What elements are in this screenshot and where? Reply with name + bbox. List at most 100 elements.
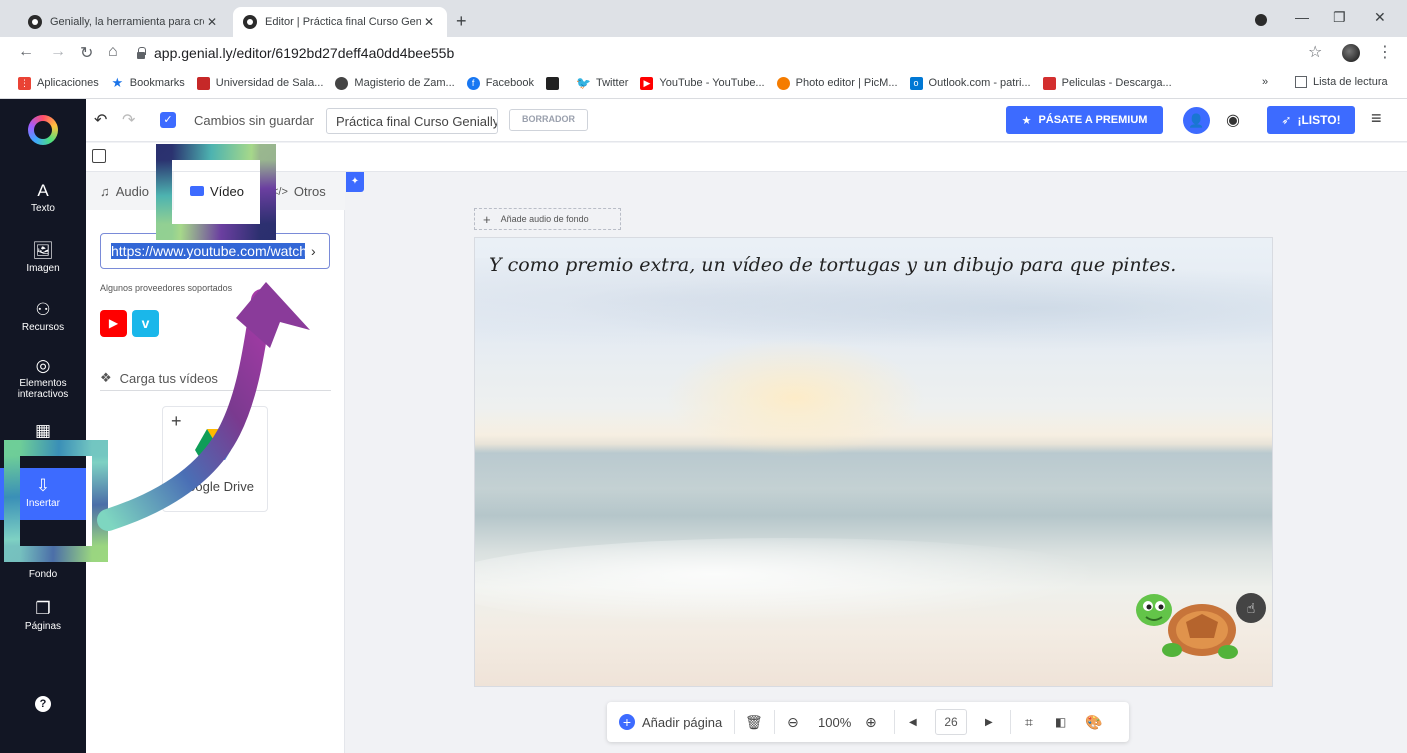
slide-text[interactable]: Y como premio extra, un vídeo de tortuga… <box>489 254 1176 276</box>
reload-icon[interactable]: ↻ <box>80 43 93 63</box>
profile-avatar[interactable] <box>1342 44 1360 62</box>
bookmark-item[interactable]: Peliculas - Descarga... <box>1042 76 1172 90</box>
tab-audio[interactable]: ♫ Audio <box>100 184 149 199</box>
add-page-button[interactable]: + Añadir página <box>619 702 722 742</box>
browser-tab-active[interactable]: Editor | Práctica final Curso Genia ✕ <box>233 7 447 37</box>
outlook-icon: o <box>909 76 923 90</box>
add-background-audio[interactable]: + Añade audio de fondo <box>474 208 621 230</box>
hamburger-menu-icon[interactable]: ≡ <box>1371 108 1382 129</box>
reading-list-label: Lista de lectura <box>1313 76 1388 88</box>
bookmark-item[interactable]: Photo editor | PicM... <box>776 76 898 90</box>
forward-icon[interactable]: → <box>50 43 66 61</box>
bookmark-item[interactable]: o Outlook.com - patri... <box>909 76 1031 90</box>
lock-icon <box>136 47 146 59</box>
plus-icon: + <box>171 411 182 431</box>
split-view-icon[interactable]: ◧ <box>1055 702 1066 742</box>
ready-button-label: ¡LISTO! <box>1297 113 1341 127</box>
new-tab-button[interactable]: + <box>456 11 467 32</box>
close-icon[interactable]: ✕ <box>421 15 437 29</box>
chevron-right-icon[interactable]: › <box>311 243 316 259</box>
sidebar-item-interactive[interactable]: ◎ Elementos interactivos <box>0 356 86 400</box>
close-icon[interactable]: ✕ <box>204 15 220 29</box>
project-name-input[interactable]: Práctica final Curso Genially <box>326 108 498 134</box>
text-icon: A <box>37 181 49 200</box>
bookmark-item[interactable] <box>546 76 565 90</box>
back-icon[interactable]: ← <box>18 43 34 61</box>
bookmark-item[interactable]: Universidad de Sala... <box>196 76 323 90</box>
redo-icon[interactable]: ↷ <box>122 110 135 130</box>
editor-subbar <box>86 143 1407 172</box>
previous-page-icon[interactable]: ◀ <box>909 702 917 742</box>
home-icon[interactable]: ⌂ <box>108 43 118 61</box>
google-drive-icon <box>195 429 231 460</box>
bookmark-item[interactable]: Magisterio de Zam... <box>335 76 455 90</box>
movies-icon <box>1042 76 1056 90</box>
premium-button[interactable]: ★ PÁSATE A PREMIUM <box>1006 106 1163 134</box>
sidebar-item-resources[interactable]: ⚇ Recursos <box>0 300 86 333</box>
browser-menu-icon[interactable]: ⋮ <box>1377 42 1393 62</box>
help-icon: ? <box>35 696 51 712</box>
sea-foam <box>475 538 1135 628</box>
sidebar-item-pages[interactable]: ❐ Páginas <box>0 599 86 632</box>
image-icon: 🖼 <box>32 241 54 260</box>
bookmark-item[interactable]: 🐦 Twitter <box>576 76 628 90</box>
bookmark-item[interactable]: f Facebook <box>466 76 534 90</box>
usal-icon <box>196 76 210 90</box>
highlight-frame-video-tab <box>156 144 276 240</box>
grid-guides-icon[interactable]: ⌗ <box>1025 702 1033 742</box>
google-drive-label: Google Drive <box>178 479 254 494</box>
bookmark-item[interactable]: ★ Bookmarks <box>111 75 184 90</box>
maximize-icon[interactable]: ❐ <box>1333 9 1346 26</box>
genially-logo-icon[interactable] <box>28 115 58 145</box>
extension-icon[interactable] <box>1255 14 1267 26</box>
undo-icon[interactable]: ↶ <box>94 110 107 130</box>
bookmark-star-icon[interactable]: ☆ <box>1308 42 1322 62</box>
rocket-icon: ➶ <box>1281 113 1292 127</box>
page-number-field[interactable]: 26 <box>935 702 967 742</box>
calendar-check-icon[interactable] <box>92 149 106 163</box>
genially-favicon-icon <box>243 15 257 29</box>
bookmarks-more-icon[interactable]: » <box>1262 76 1268 88</box>
pin-panel-icon[interactable]: ✦ <box>346 172 364 192</box>
turtle-image[interactable] <box>1130 586 1250 666</box>
save-status: Cambios sin guardar <box>194 113 314 128</box>
divider <box>100 390 331 391</box>
sidebar-item-image[interactable]: 🖼 Imagen <box>0 241 86 274</box>
sidebar-item-text[interactable]: A Texto <box>0 181 86 214</box>
tab-title: Genially, la herramienta para cre <box>50 16 204 28</box>
add-collaborator-icon[interactable]: 👤 <box>1183 107 1210 134</box>
left-sidebar: A Texto 🖼 Imagen ⚇ Recursos ◎ Elementos … <box>0 99 86 753</box>
tab-other[interactable]: </> Otros <box>272 184 326 199</box>
facebook-icon: f <box>466 76 480 90</box>
sidebar-item-label: Elementos interactivos <box>17 378 69 400</box>
video-url-value: https://www.youtube.com/watch <box>111 243 305 259</box>
ready-button[interactable]: ➶ ¡LISTO! <box>1267 106 1355 134</box>
bookmark-item[interactable]: ⋮ Aplicaciones <box>18 76 99 90</box>
help-button[interactable]: ? <box>0 696 86 714</box>
dropbox-icon: ❖ <box>100 370 112 385</box>
address-bar[interactable]: app.genial.ly/editor/6192bd27deff4a0dd4b… <box>136 40 1336 66</box>
page-number: 26 <box>935 709 967 735</box>
slide-canvas[interactable]: Y como premio extra, un vídeo de tortuga… <box>474 237 1273 687</box>
next-page-icon[interactable]: ▶ <box>985 702 993 742</box>
zoom-in-icon[interactable]: ⊕ <box>865 702 877 742</box>
add-circle-icon: + <box>619 714 635 730</box>
google-drive-button[interactable]: + Google Drive <box>162 406 268 512</box>
bookmark-label: Outlook.com - patri... <box>928 77 1031 89</box>
reading-list-button[interactable]: Lista de lectura <box>1295 76 1388 88</box>
color-palette-icon[interactable]: 🎨 <box>1085 702 1102 742</box>
apps-grid-icon: ⋮ <box>18 76 31 90</box>
trash-icon[interactable]: 🗑 <box>745 702 763 742</box>
browser-tab[interactable]: Genially, la herramienta para cre ✕ <box>18 7 230 37</box>
interactivity-hand-icon[interactable]: ☝ <box>1236 593 1266 623</box>
autosave-checkbox[interactable]: ✓ <box>160 112 176 128</box>
bookmark-item[interactable]: ▶ YouTube - YouTube... <box>640 76 765 90</box>
browser-toolbar: ← → ↻ ⌂ app.genial.ly/editor/6192bd27def… <box>0 37 1407 68</box>
bookmarks-bar: ⋮ Aplicaciones ★ Bookmarks Universidad d… <box>0 68 1407 99</box>
window-close-icon[interactable]: ✕ <box>1374 9 1386 26</box>
globe-icon <box>335 76 349 90</box>
zoom-out-icon[interactable]: ⊖ <box>787 702 799 742</box>
bookmark-label: YouTube - YouTube... <box>659 77 765 89</box>
minimize-icon[interactable]: — <box>1295 9 1309 25</box>
preview-eye-icon[interactable]: ◉ <box>1226 110 1240 130</box>
